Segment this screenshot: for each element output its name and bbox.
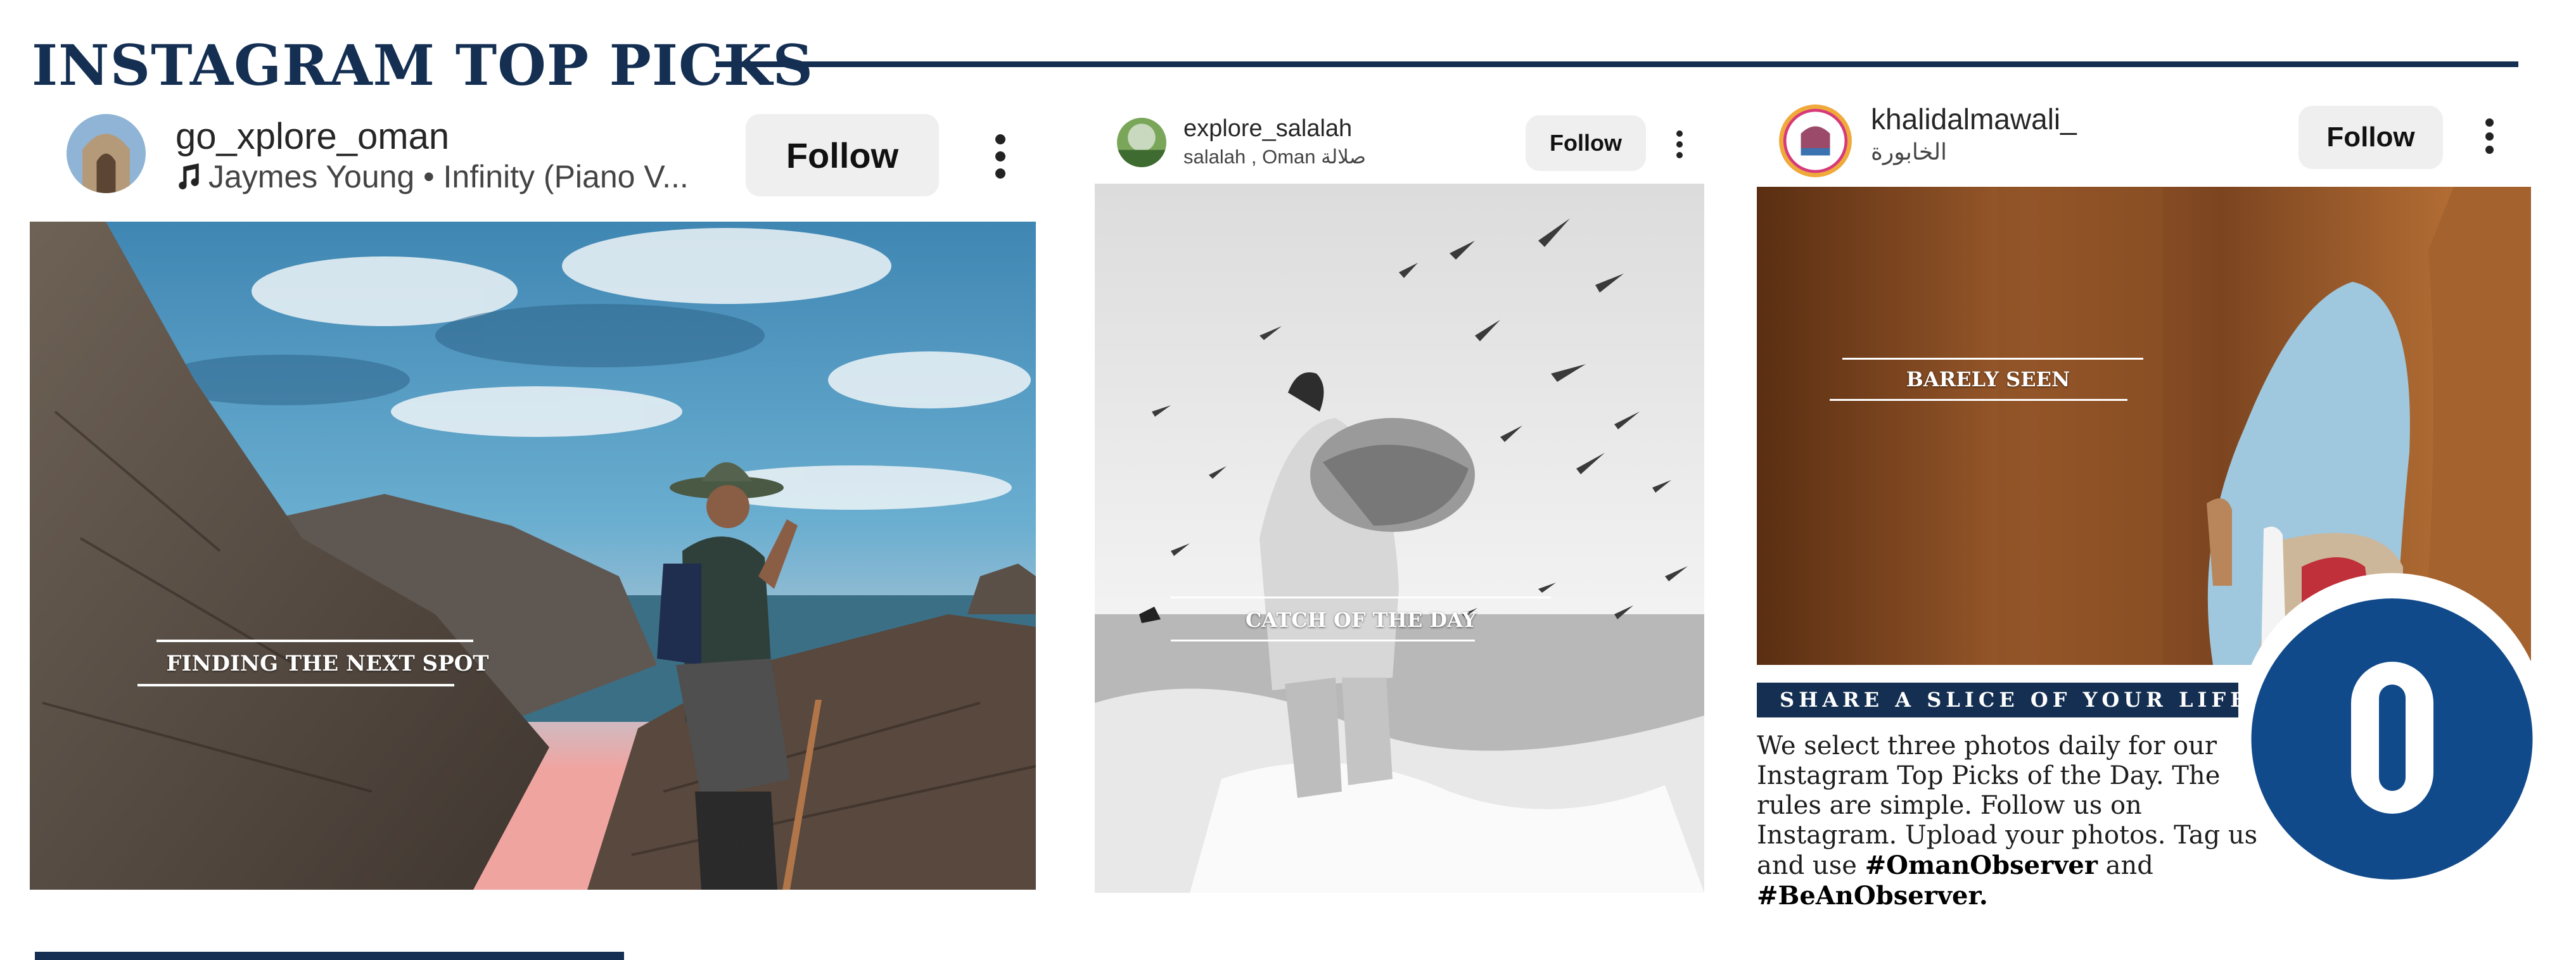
post-location[interactable]: الخابورة (1871, 139, 2061, 165)
page-title: INSTAGRAM TOP PICKS (32, 32, 814, 98)
hashtag-oman-observer: #OmanObserver (1865, 850, 2098, 880)
more-options-icon[interactable] (2484, 118, 2494, 154)
post-username[interactable]: khalidalmawali_ (1871, 102, 2077, 136)
post-audio-text: Jaymes Young • Infinity (Piano V... (208, 159, 689, 194)
promo-text-and: and (2097, 851, 2153, 880)
post-location[interactable]: salalah , Oman صلالة (1183, 146, 1424, 168)
caption-rule-bottom (137, 684, 454, 686)
hashtag-be-an-observer: #BeAnObserver. (1757, 881, 1988, 911)
instagram-post-2: explore_salalah salalah , Oman صلالة Fol… (1095, 101, 1704, 893)
music-note-icon (175, 162, 208, 199)
caption-rule-top (1171, 597, 1551, 598)
photo-caption: FINDING THE NEXT SPOT (166, 651, 489, 676)
follow-button[interactable]: Follow (746, 114, 939, 196)
caption-rule-top (156, 640, 473, 642)
post-header: khalidalmawali_ الخابورة Follow (1757, 92, 2531, 187)
follow-button[interactable]: Follow (1526, 115, 1646, 171)
avatar[interactable] (1117, 118, 1166, 167)
post-photo: CATCH OF THE DAY (1095, 184, 1704, 893)
post-audio-line: Jaymes Young • Infinity (Piano V... (175, 158, 746, 199)
more-options-icon[interactable] (1676, 130, 1683, 158)
post-photo: FINDING THE NEXT SPOT (30, 222, 1036, 890)
post-username[interactable]: go_xplore_oman (175, 115, 449, 158)
promo-text: We select three photos daily for our Ins… (1757, 731, 2264, 911)
promo-banner: SHARE A SLICE OF YOUR LIFE (1757, 683, 2246, 717)
caption-rule-bottom (1830, 399, 2127, 401)
post-username[interactable]: explore_salalah (1183, 115, 1352, 142)
avatar[interactable] (1779, 104, 1852, 177)
photo-caption: BARELY SEEN (1906, 367, 2070, 391)
more-options-icon[interactable] (994, 134, 1007, 179)
post-header: explore_salalah salalah , Oman صلالة Fol… (1095, 101, 1704, 184)
post-header: go_xplore_oman Jaymes Young • Infinity (… (30, 101, 1036, 222)
follow-button[interactable]: Follow (2299, 106, 2443, 169)
caption-rule-bottom (1171, 640, 1475, 641)
photo-caption: CATCH OF THE DAY (1245, 608, 1477, 632)
avatar[interactable] (67, 114, 146, 193)
bottom-rule (35, 952, 624, 960)
caption-rule-top (1842, 358, 2143, 360)
instagram-post-1: go_xplore_oman Jaymes Young • Infinity (… (30, 101, 1036, 890)
title-rule (716, 61, 2518, 67)
observer-logo (2238, 573, 2546, 880)
